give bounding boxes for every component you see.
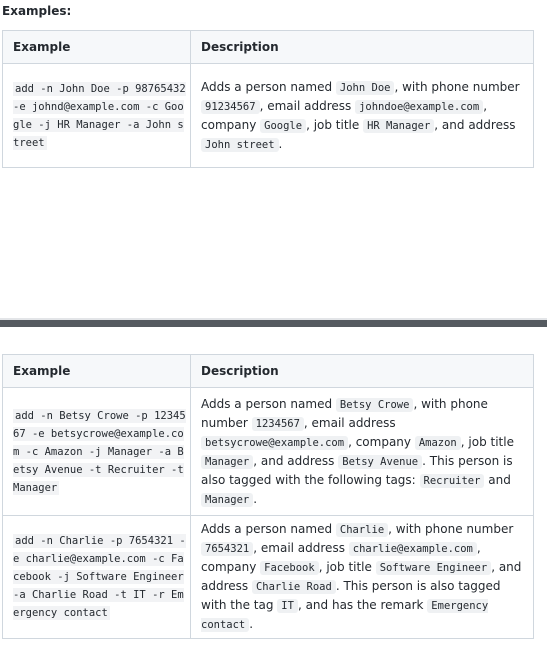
table-header-row: Example Description <box>2 30 534 64</box>
description-text: , email address <box>303 415 396 430</box>
inline-code: charlie@example.com <box>348 542 477 556</box>
inline-code: Facebook <box>260 561 319 575</box>
header-description: Description <box>190 30 534 64</box>
examples-heading: Examples: <box>2 4 72 18</box>
description-cell: Adds a person named Betsy Crowe, with ph… <box>190 387 534 516</box>
inline-code: johndoe@example.com <box>355 99 484 114</box>
inline-code: betsycrowe@example.com <box>201 435 349 450</box>
header-description: Description <box>190 354 534 388</box>
inline-code: Betsy Crowe <box>335 397 414 412</box>
description-text: . <box>278 136 283 151</box>
inline-code: John Doe <box>335 80 395 95</box>
example-command-cell: add -n Betsy Crowe -p 1234567 -e betsycr… <box>2 387 191 516</box>
example-command-cell: add -n Charlie -p 7654321 -e charlie@exa… <box>2 515 191 639</box>
table-row: add -n Betsy Crowe -p 1234567 -e betsycr… <box>2 387 534 516</box>
inline-code: Amazon <box>414 435 461 450</box>
header-example: Example <box>2 354 191 388</box>
header-example: Example <box>2 30 191 64</box>
description-text: , and has the remark <box>297 598 428 612</box>
examples-table-top: Example Description add -n John Doe -p 9… <box>2 30 534 168</box>
inline-code: Google <box>260 118 307 133</box>
description-text: , and address <box>253 453 339 468</box>
inline-code: 7654321 <box>201 542 254 556</box>
inline-code: Manager <box>201 454 254 469</box>
inline-code: 91234567 <box>201 99 260 114</box>
description-text: , email address <box>253 541 349 555</box>
description-text: , job title <box>318 560 376 574</box>
example-command: add -n Charlie -p 7654321 -e charlie@exa… <box>13 534 186 620</box>
example-command: add -n John Doe -p 98765432 -e johnd@exa… <box>13 81 186 150</box>
description-text: , with phone number <box>394 79 520 94</box>
inline-code: 1234567 <box>251 416 304 431</box>
description-text: , email address <box>259 98 356 113</box>
description-text: , job title <box>306 117 364 132</box>
description-text: Adds a person named <box>201 396 336 411</box>
description-text: , with phone number <box>388 522 514 536</box>
description-text: and <box>484 472 511 487</box>
inline-code: Betsy Avenue <box>338 454 423 469</box>
example-command: add -n Betsy Crowe -p 1234567 -e betsycr… <box>13 408 186 495</box>
inline-code: HR Manager <box>363 118 435 133</box>
description-text: . <box>253 491 258 506</box>
description-cell: Adds a person named John Doe, with phone… <box>190 63 534 168</box>
examples-table-bottom: Example Description add -n Betsy Crowe -… <box>2 354 534 639</box>
example-command-cell: add -n John Doe -p 98765432 -e johnd@exa… <box>2 63 191 168</box>
inline-code: Software Engineer <box>375 561 492 575</box>
description-text: , and address <box>434 117 516 132</box>
inline-code: Recruiter <box>419 473 485 488</box>
description-text: Adds a person named <box>201 79 336 94</box>
inline-code: Charlie Road <box>251 580 336 594</box>
section-divider <box>0 318 547 327</box>
inline-code: Manager <box>201 492 254 507</box>
table-row: add -n John Doe -p 98765432 -e johnd@exa… <box>2 63 534 168</box>
inline-code: John street <box>201 137 279 152</box>
description-cell: Adds a person named Charlie, with phone … <box>190 515 534 639</box>
table-header-row: Example Description <box>2 354 534 388</box>
inline-code: Charlie <box>335 523 389 537</box>
description-text: , job title <box>460 434 514 449</box>
description-text: , company <box>348 434 415 449</box>
description-text: . <box>249 617 254 631</box>
inline-code: IT <box>277 599 298 613</box>
table-row: add -n Charlie -p 7654321 -e charlie@exa… <box>2 515 534 639</box>
description-text: Adds a person named <box>201 522 336 536</box>
